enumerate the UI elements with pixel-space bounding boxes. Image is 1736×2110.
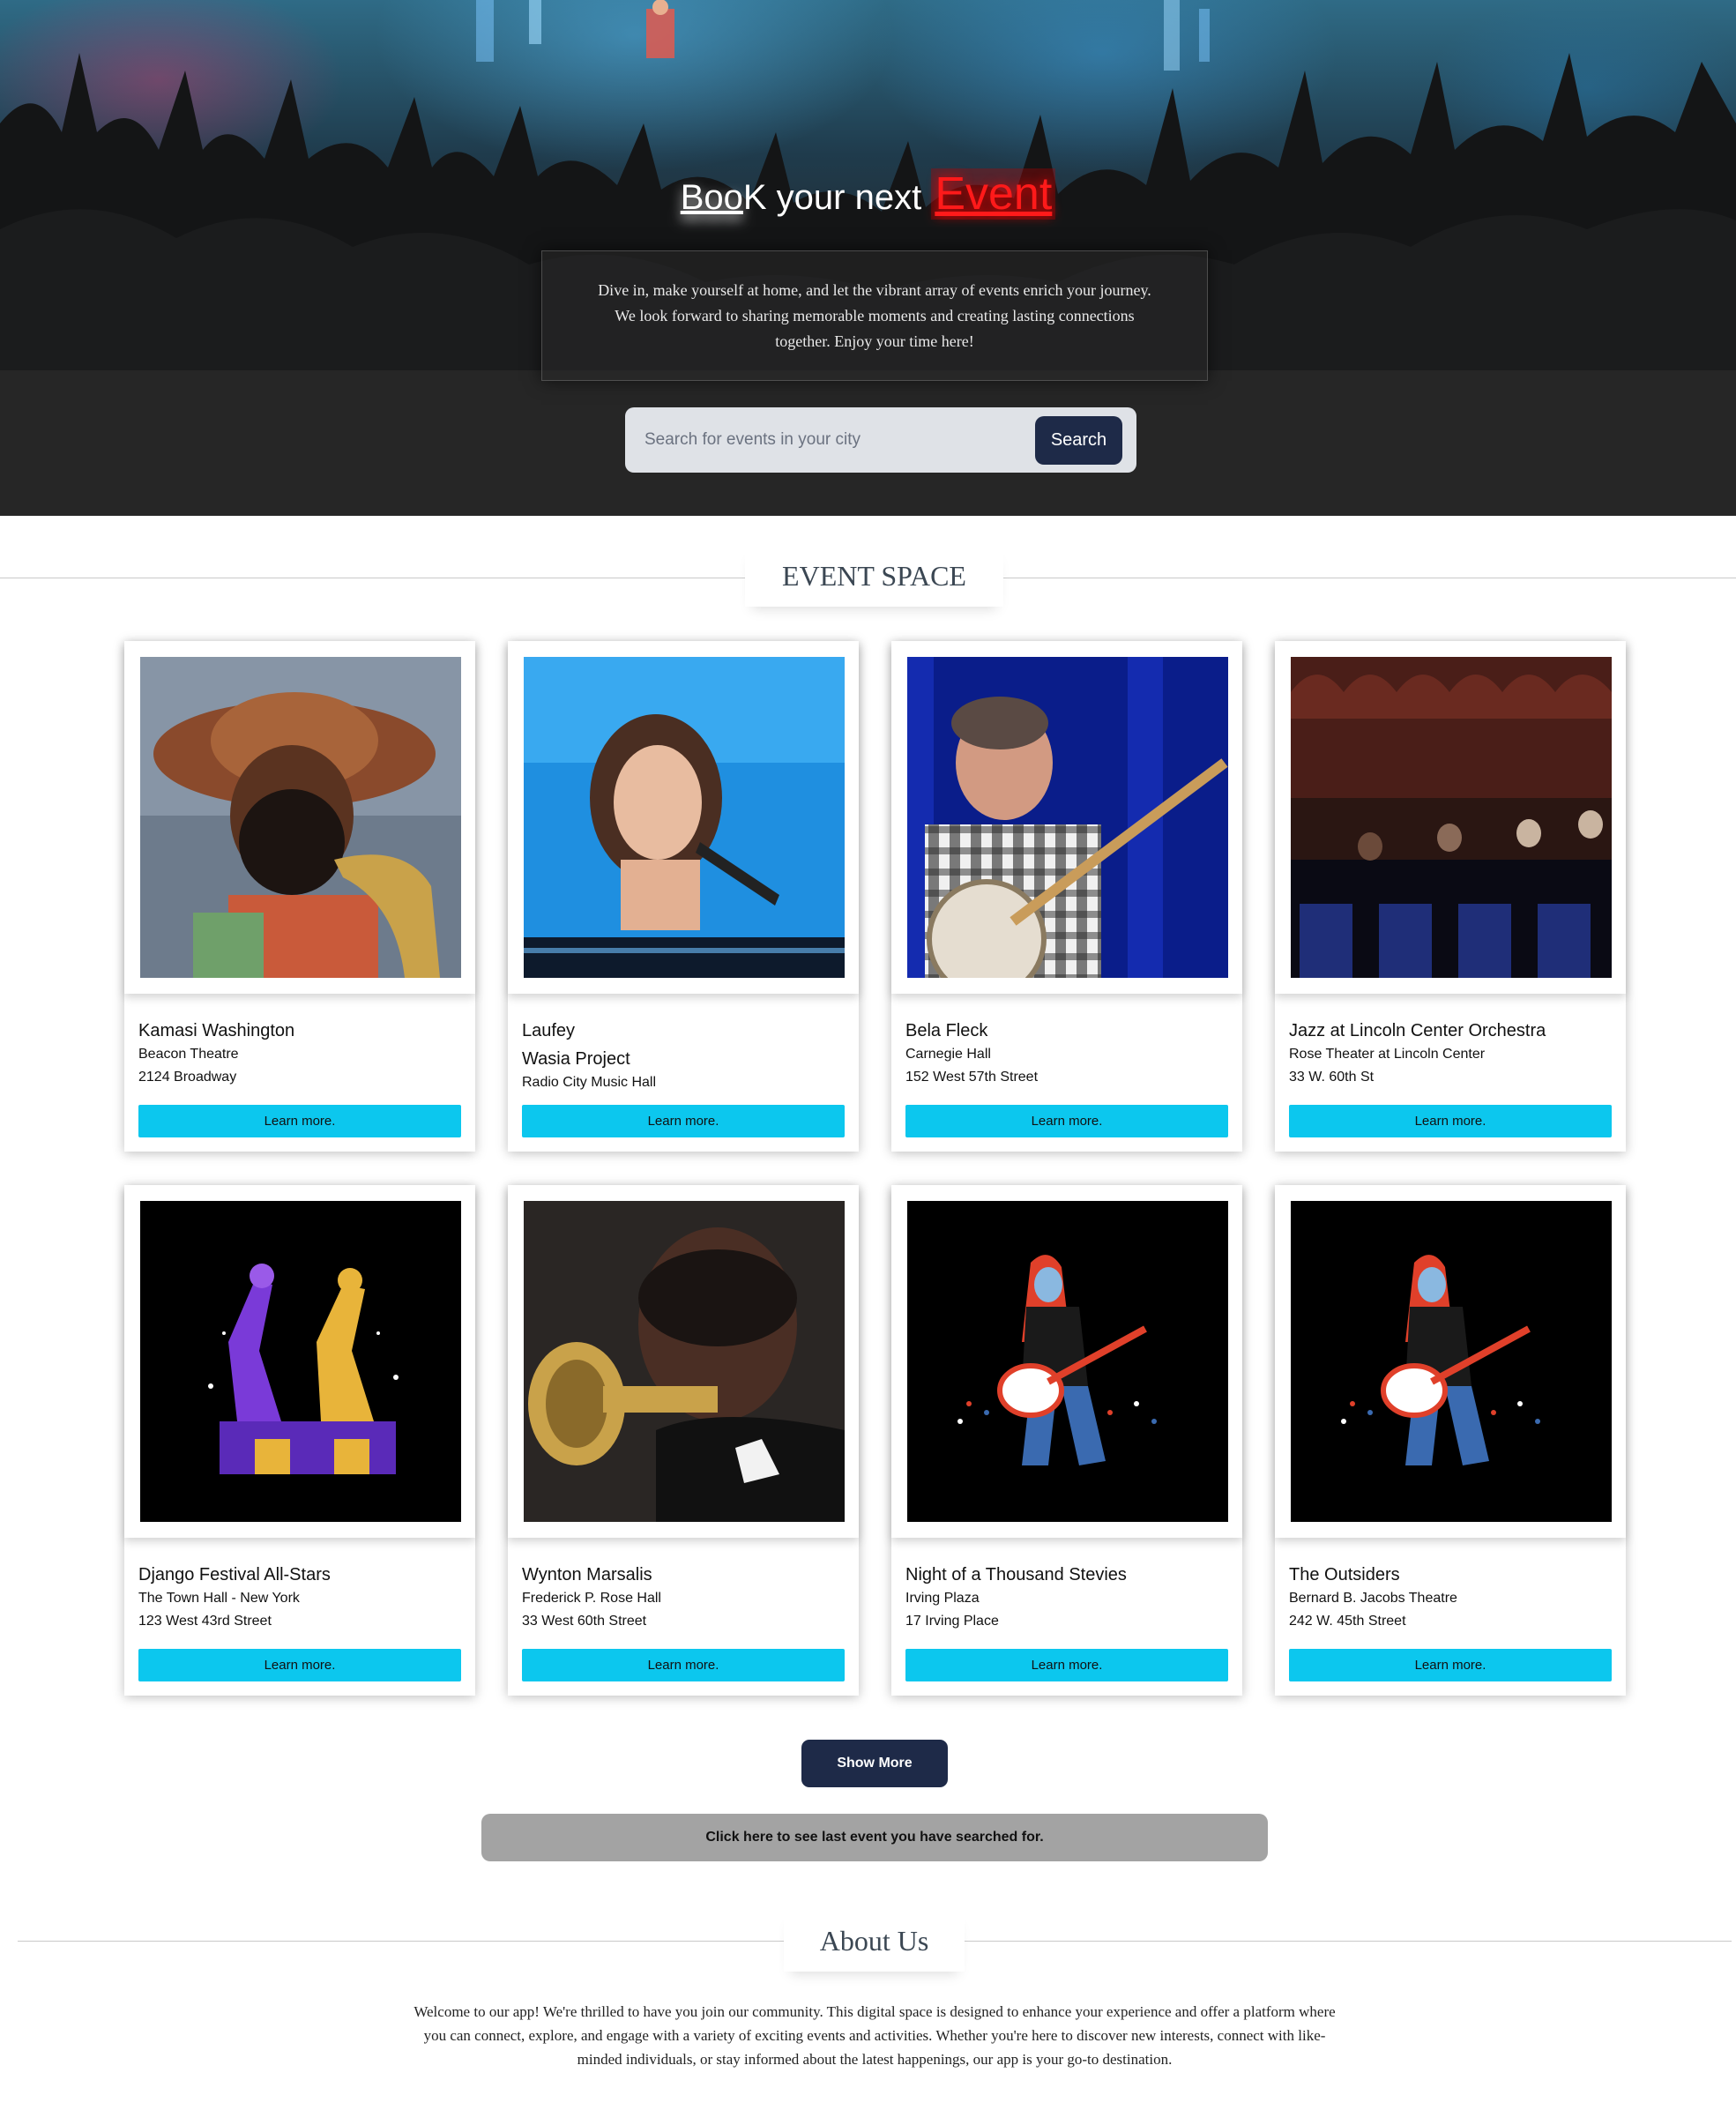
event-card: Wynton Marsalis Frederick P. Rose Hall 3… [508, 1185, 859, 1696]
hero-title-book: Boo [680, 178, 743, 217]
event-address: 152 West 57th Street [905, 1070, 1039, 1085]
learn-more-button[interactable]: Learn more. [905, 1105, 1228, 1137]
event-name: Wynton Marsalis [522, 1565, 652, 1584]
hero-description-text: Dive in, make yourself at home, and let … [598, 280, 1151, 350]
event-card: Jazz at Lincoln Center Orchestra Rose Th… [1275, 641, 1626, 1152]
event-card: Kamasi Washington Beacon Theatre 2124 Br… [124, 641, 475, 1152]
event-name: Django Festival All-Stars [138, 1565, 331, 1584]
event-venue: Rose Theater at Lincoln Center [1289, 1047, 1486, 1062]
event-image-banjo-player [907, 657, 1228, 978]
event-address: 242 W. 45th Street [1289, 1614, 1406, 1629]
event-image-saxophonist [140, 657, 461, 978]
event-subtitle: Wasia Project [522, 1049, 630, 1069]
learn-more-button[interactable]: Learn more. [1289, 1105, 1612, 1137]
event-image-guitarist [1291, 1201, 1612, 1522]
event-address: 17 Irving Place [905, 1614, 999, 1629]
last-search-button[interactable]: Click here to see last event you have se… [481, 1814, 1268, 1861]
event-card: Django Festival All-Stars The Town Hall … [124, 1185, 475, 1696]
hero-description: Dive in, make yourself at home, and let … [541, 250, 1208, 381]
event-name: Kamasi Washington [138, 1021, 295, 1040]
event-card: Bela Fleck Carnegie Hall 152 West 57th S… [891, 641, 1242, 1152]
event-venue: Bernard B. Jacobs Theatre [1289, 1591, 1457, 1606]
about-text: Welcome to our app! We're thrilled to ha… [414, 2003, 1336, 2068]
event-name: Jazz at Lincoln Center Orchestra [1289, 1021, 1546, 1040]
event-address: 2124 Broadway [138, 1070, 237, 1085]
event-name: Laufey [522, 1021, 576, 1040]
event-venue: Irving Plaza [905, 1591, 980, 1606]
show-more-button[interactable]: Show More [801, 1740, 948, 1787]
event-address: 33 West 60th Street [522, 1614, 647, 1629]
hero-title: BooK your next Event [0, 168, 1736, 220]
event-venue: Carnegie Hall [905, 1047, 991, 1062]
event-space-heading: EVENT SPACE [745, 545, 1003, 607]
hero-banner: BooK your next Event Dive in, make yours… [0, 0, 1736, 516]
event-image-singer [524, 657, 845, 978]
event-name: The Outsiders [1289, 1565, 1400, 1584]
event-card: The Outsiders Bernard B. Jacobs Theatre … [1275, 1185, 1626, 1696]
event-card: Laufey Wasia Project Radio City Music Ha… [508, 641, 859, 1152]
event-address: 33 W. 60th St [1289, 1070, 1375, 1085]
event-venue: Beacon Theatre [138, 1047, 239, 1062]
search-bar: Search [625, 407, 1136, 473]
event-venue: The Town Hall - New York [138, 1591, 300, 1606]
event-address: 123 West 43rd Street [138, 1614, 272, 1629]
learn-more-button[interactable]: Learn more. [1289, 1649, 1612, 1681]
event-image-orchestra [1291, 657, 1612, 978]
learn-more-button[interactable]: Learn more. [905, 1649, 1228, 1681]
learn-more-button[interactable]: Learn more. [138, 1649, 461, 1681]
event-image-trumpeter [524, 1201, 845, 1522]
hero-title-event: Event [931, 168, 1056, 220]
search-input[interactable] [644, 430, 1035, 450]
about-heading: About Us [784, 1910, 965, 1972]
hero-title-middle: K your next [742, 178, 932, 217]
learn-more-button[interactable]: Learn more. [522, 1105, 845, 1137]
event-venue: Frederick P. Rose Hall [522, 1591, 661, 1606]
event-name: Bela Fleck [905, 1021, 988, 1040]
learn-more-button[interactable]: Learn more. [522, 1649, 845, 1681]
search-button[interactable]: Search [1035, 415, 1122, 465]
event-venue: Radio City Music Hall [522, 1075, 657, 1090]
event-card: Night of a Thousand Stevies Irving Plaza… [891, 1185, 1242, 1696]
learn-more-button[interactable]: Learn more. [138, 1105, 461, 1137]
event-image-dancers [140, 1201, 461, 1522]
event-image-guitarist [907, 1201, 1228, 1522]
event-name: Night of a Thousand Stevies [905, 1565, 1127, 1584]
